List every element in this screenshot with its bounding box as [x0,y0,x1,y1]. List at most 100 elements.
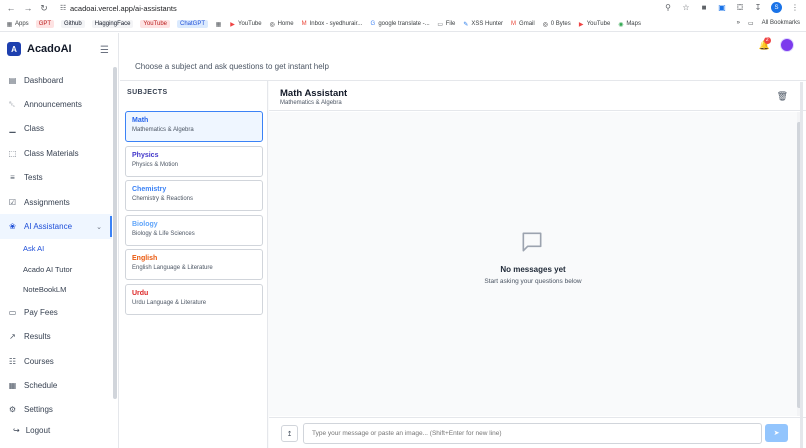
bookmark-label: google translate -... [378,21,430,27]
site-info-icon[interactable]: ☷ [60,4,66,12]
chat-panel: Math Assistant Mathematics & Algebra 🗑 N… [269,81,806,448]
sidebar-scrollbar[interactable] [113,67,117,399]
back-icon[interactable]: ← [4,1,18,15]
subject-description: Urdu Language & Literature [132,300,207,306]
notifications-button[interactable]: 🔔 2 [759,36,771,51]
bookmark-item[interactable]: M Gmail [510,21,535,28]
sidebar-item-pay-fees[interactable]: ▭ Pay Fees [0,300,112,324]
empty-state-subtitle: Start asking your questions below [484,278,582,285]
key-icon[interactable]: ⚲ [663,3,673,13]
puzzle-icon[interactable]: ⛋ [735,3,745,13]
trash-icon[interactable]: 🗑 [777,91,788,102]
bookmark-item[interactable]: ▦ Apps [6,21,29,28]
kebab-menu-icon[interactable]: ⋮ [790,3,800,13]
download-icon[interactable]: ↧ [753,3,763,13]
page-scrollbar[interactable] [800,82,803,448]
bookmark-item[interactable]: ▶ YouTube [578,21,611,28]
subject-name: Urdu [132,290,149,297]
sidebar-item-announcements[interactable]: ␇ Announcements [0,92,112,116]
bookmark-item[interactable]: ▭ File [437,21,455,28]
all-bookmarks[interactable]: » ▭ All Bookmarks [737,20,800,27]
sidebar-item-tests[interactable]: ≡ Tests [0,166,112,190]
subject-description: Mathematics & Algebra [132,127,194,133]
sidebar-item-courses[interactable]: ☷ Courses [0,349,112,373]
bookmark-item[interactable]: ◎ 0 Bytes [542,21,571,28]
sidebar-item-label: Dashboard [24,75,64,85]
sidebar-item-schedule[interactable]: ▦ Schedule [0,373,112,397]
bookmark-item[interactable]: ChatGPT [177,20,209,28]
header-actions: 🔔 2 [759,36,794,52]
folder-icon: ▭ [437,21,444,28]
sidebar-item-ai-assistance[interactable]: ❀ AI Assistance ⌄ [0,214,112,239]
subject-description: Biology & Life Sciences [132,231,195,237]
subject-name: English [132,255,158,262]
bookmark-item[interactable]: ▦ [215,21,222,28]
bookmark-item[interactable]: ✎ XSS Hunter [462,21,503,28]
main-content: SUBJECTS Math Mathematics & Algebra Physic… [120,80,806,448]
subject-card-biology[interactable]: Biology Biology & Life Sciences [125,215,263,246]
upload-image-button[interactable]: ↥ [281,425,298,442]
bookmark-item[interactable]: Github [61,20,85,28]
subject-name: Biology [132,221,158,228]
send-button[interactable]: ➤ [765,424,788,442]
logout-button[interactable]: ↪ Logout [13,426,50,435]
menu-icon[interactable]: ☰ [100,45,109,56]
card-icon: ▭ [8,307,17,317]
ai-icon: ❀ [9,222,16,232]
sidebar-item-class-materials[interactable]: ⬚ Class Materials [0,141,112,165]
dashboard-icon: ▤ [8,75,17,85]
globe-icon: ◎ [269,21,275,28]
bookmark-item[interactable]: ▶ YouTube [229,21,261,28]
bookmark-label: YouTube [586,21,611,27]
star-icon[interactable]: ☆ [681,3,691,13]
bookmark-item[interactable]: ◉ Maps [617,21,641,28]
subject-card-english[interactable]: English English Language & Literature [125,249,263,280]
profile-avatar[interactable]: S [771,2,782,13]
bookmark-item[interactable]: HaggingFace [91,20,134,28]
sidebar-subitem-acado-ai-tutor[interactable]: Acado AI Tutor [0,259,112,280]
extension-icon[interactable]: ▣ [717,3,727,13]
subject-card-chemistry[interactable]: Chemistry Chemistry & Reactions [125,180,263,211]
bookmark-item[interactable]: M Inbox - syedhurair... [301,21,363,28]
sidebar-subitem-ask-ai[interactable]: Ask AI [0,239,112,260]
bookmark-item[interactable]: ◎ Home [269,21,293,28]
sidebar-item-dashboard[interactable]: ▤ Dashboard [0,68,112,92]
bookmark-label: Apps [15,21,29,27]
sidebar-subitem-notebooklm[interactable]: NoteBookLM [0,280,112,301]
reload-icon[interactable]: ↻ [37,1,51,15]
book-icon: ⬚ [8,148,17,158]
bell-icon: ␇ [9,99,16,109]
brand-name: AcadoAI [27,43,72,55]
trend-icon: ↗ [9,332,16,342]
bookmark-item[interactable]: GPT [35,20,55,28]
send-icon: ➤ [773,430,780,437]
book-open-icon: ☷ [8,356,17,366]
sidebar-item-class[interactable]: ▁ Class [0,117,112,141]
sidebar-item-label: Courses [24,356,54,366]
user-avatar[interactable] [780,38,794,52]
subjects-title: SUBJECTS [127,89,168,96]
subject-card-math[interactable]: Math Mathematics & Algebra [125,111,263,142]
subject-name: Chemistry [132,186,167,193]
bookmarks-bar: ▦ Apps GPT Github HaggingFace YouTube ChatGPT ▦… [0,17,806,32]
message-input[interactable] [303,423,762,444]
chevron-right-icon[interactable]: » [737,20,740,27]
extension-icon[interactable]: ■ [699,3,709,13]
subject-card-physics[interactable]: Physics Physics & Motion [125,146,263,177]
chart-icon: ▁ [9,124,16,134]
brand[interactable]: A AcadoAI [7,42,72,56]
bookmark-item[interactable]: Ggoogle translate -... [369,21,429,28]
sidebar-item-assignments[interactable]: ☑ Assignments [0,190,112,214]
bookmark-item[interactable]: YouTube [140,20,170,28]
maps-icon: ◉ [618,21,624,28]
sidebar-item-label: Announcements [24,100,82,110]
empty-state-title: No messages yet [500,265,566,274]
sidebar-item-results[interactable]: ↗ Results [0,325,112,349]
sidebar-item-settings[interactable]: ⚙ Settings [0,398,112,422]
forward-icon[interactable]: → [21,1,35,15]
page-subtitle: Choose a subject and ask questions to ge… [135,62,329,71]
subject-card-urdu[interactable]: Urdu Urdu Language & Literature [125,284,263,315]
all-bookmarks-label: All Bookmarks [761,20,800,26]
address-bar[interactable]: ☷ acadoai.vercel.app/ai-assistants [56,1,696,15]
bookmark-label: YouTube [140,20,170,28]
